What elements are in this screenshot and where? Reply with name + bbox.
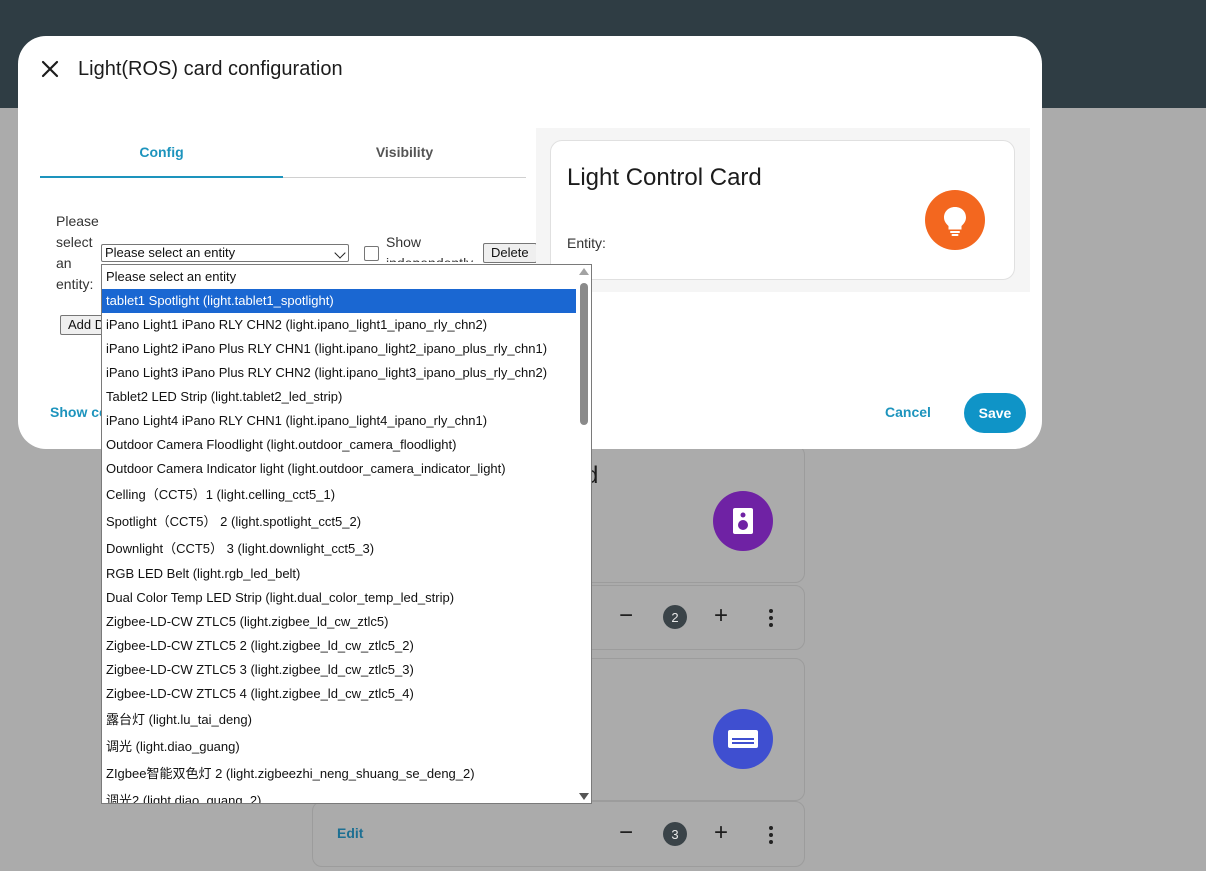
count-badge: 3 — [663, 822, 687, 846]
dropdown-option[interactable]: ZIgbee智能双色灯 2 (light.zigbeezhi_neng_shua… — [102, 762, 576, 786]
dropdown-option[interactable]: Please select an entity — [102, 265, 576, 289]
increment-button[interactable]: + — [714, 821, 728, 845]
more-vertical-icon[interactable] — [769, 609, 773, 630]
dropdown-option[interactable]: Spotlight（CCT5） 2 (light.spotlight_cct5_… — [102, 510, 576, 534]
edit-button[interactable]: Edit — [337, 825, 363, 841]
dropdown-option[interactable]: Outdoor Camera Floodlight (light.outdoor… — [102, 433, 576, 457]
tab-visibility[interactable]: Visibility — [283, 144, 526, 160]
dropdown-option[interactable]: 调光 (light.diao_guang) — [102, 735, 576, 759]
dropdown-option[interactable]: iPano Light1 iPano RLY CHN2 (light.ipano… — [102, 313, 576, 337]
dropdown-option[interactable]: Dual Color Temp LED Strip (light.dual_co… — [102, 586, 576, 610]
tab-config[interactable]: Config — [40, 144, 283, 160]
dropdown-option[interactable]: iPano Light3 iPano Plus RLY CHN2 (light.… — [102, 361, 576, 385]
scrollbar-thumb[interactable] — [580, 283, 588, 425]
air-conditioner-icon — [713, 709, 773, 769]
preview-card-title: Light Control Card — [567, 164, 762, 191]
dropdown-option[interactable]: Zigbee-LD-CW ZTLC5 3 (light.zigbee_ld_cw… — [102, 658, 576, 682]
decrement-button[interactable]: − — [619, 604, 633, 628]
dropdown-option[interactable]: Zigbee-LD-CW ZTLC5 2 (light.zigbee_ld_cw… — [102, 634, 576, 658]
dropdown-option[interactable]: Celling（CCT5）1 (light.celling_cct5_1) — [102, 483, 576, 507]
save-button[interactable]: Save — [964, 393, 1026, 433]
dropdown-option[interactable]: 调光2 (light.diao_guang_2) — [102, 789, 576, 803]
dropdown-option[interactable]: iPano Light4 iPano RLY CHN1 (light.ipano… — [102, 409, 576, 433]
dropdown-option[interactable]: RGB LED Belt (light.rgb_led_belt) — [102, 562, 576, 586]
increment-button[interactable]: + — [714, 604, 728, 628]
speaker-icon — [713, 491, 773, 551]
lightbulb-icon — [925, 190, 985, 250]
entity-select-label: Please select an entity: — [56, 213, 99, 292]
cancel-button[interactable]: Cancel — [885, 404, 931, 420]
dropdown-option[interactable]: iPano Light2 iPano Plus RLY CHN1 (light.… — [102, 337, 576, 361]
dropdown-option[interactable]: 露台灯 (light.lu_tai_deng) — [102, 708, 576, 732]
delete-button[interactable]: Delete — [483, 243, 537, 263]
entity-select-value: Please select an entity — [105, 245, 236, 260]
dropdown-option[interactable]: Outdoor Camera Indicator light (light.ou… — [102, 457, 576, 481]
scroll-down-arrow-icon[interactable] — [579, 793, 589, 800]
show-independently-checkbox[interactable] — [364, 246, 379, 261]
dropdown-option[interactable]: Zigbee-LD-CW ZTLC5 4 (light.zigbee_ld_cw… — [102, 682, 576, 706]
chevron-down-icon — [334, 247, 346, 259]
decrement-button[interactable]: − — [619, 821, 633, 845]
entity-select[interactable]: Please select an entity — [101, 244, 349, 262]
scroll-up-arrow-icon[interactable] — [579, 268, 589, 275]
show-code-editor-button[interactable]: Show co — [50, 404, 108, 420]
show-independently-label: Show independently — [386, 234, 473, 262]
background-card-2-footer — [312, 801, 805, 867]
dropdown-option-selected[interactable]: tablet1 Spotlight (light.tablet1_spotlig… — [102, 289, 576, 313]
dropdown-option[interactable]: Tablet2 LED Strip (light.tablet2_led_str… — [102, 385, 576, 409]
count-badge: 2 — [663, 605, 687, 629]
close-icon[interactable] — [38, 57, 62, 81]
add-button[interactable]: Add D — [60, 315, 104, 335]
dialog-title: Light(ROS) card configuration — [78, 58, 343, 80]
active-tab-indicator — [40, 176, 283, 178]
dropdown-scrollbar[interactable] — [576, 265, 591, 803]
entity-dropdown-list[interactable]: Please select an entity tablet1 Spotligh… — [101, 264, 592, 804]
preview-entity-label: Entity: — [567, 235, 606, 251]
dropdown-option[interactable]: Downlight（CCT5） 3 (light.downlight_cct5_… — [102, 537, 576, 561]
more-vertical-icon[interactable] — [769, 826, 773, 847]
dropdown-option[interactable]: Zigbee-LD-CW ZTLC5 (light.zigbee_ld_cw_z… — [102, 610, 576, 634]
